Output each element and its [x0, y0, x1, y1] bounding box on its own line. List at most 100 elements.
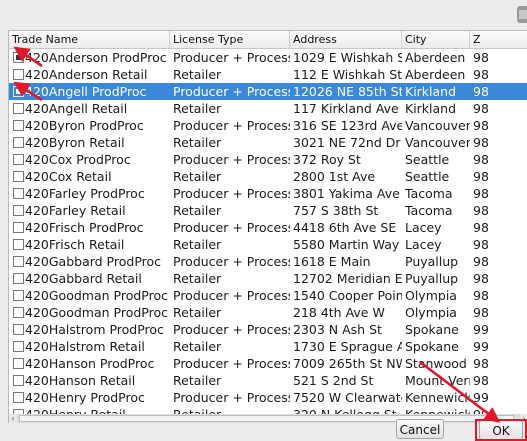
cell-license-type: Retailer	[173, 169, 222, 184]
trade-name-text: 420Byron ProdProc	[25, 118, 144, 133]
table-row[interactable]: 420Halstrom ProdProc Producer + Processor…	[9, 321, 527, 338]
row-checkbox[interactable]	[13, 341, 24, 352]
row-checkbox[interactable]	[13, 290, 24, 301]
trade-name-text: 420Henry ProdProc	[25, 390, 145, 405]
row-checkbox[interactable]	[13, 256, 24, 267]
cell-address: 2303 N Ash St	[293, 322, 382, 337]
cell-zip: 98	[473, 288, 489, 303]
table-row[interactable]: 420Anderson ProdProc Producer + Processor…	[9, 49, 527, 66]
cell-address: 5580 Martin Way E	[293, 237, 402, 252]
cell-license-type: Retailer	[173, 101, 222, 116]
trade-name-text: 420Frisch ProdProc	[25, 220, 144, 235]
cancel-button[interactable]: Cancel	[396, 419, 444, 439]
cell-license-type: Retailer	[173, 305, 222, 320]
row-checkbox[interactable]	[13, 188, 24, 199]
table-row[interactable]: 420Farley ProdProc Producer + Processor38…	[9, 185, 527, 202]
table-row[interactable]: 420Anderson Retail Retailer 112 E Wishkah …	[9, 66, 527, 83]
cell-trade-name: 420Farley Retail	[9, 202, 170, 219]
cell-city: Mount Vernon	[405, 373, 470, 388]
column-header-city[interactable]: City	[402, 31, 470, 48]
cell-city: Tacoma	[405, 186, 453, 201]
table-row[interactable]: 420Halstrom Retail Retailer 1730 E Sprague…	[9, 338, 527, 355]
cell-address: 1618 E Main	[293, 254, 371, 269]
table-row[interactable]: 420Hanson Retail Retailer 521 S 2nd St Moun…	[9, 372, 527, 389]
cell-license-type: Retailer	[173, 373, 222, 388]
cell-address: 112 E Wishkah St	[293, 67, 402, 82]
table-row[interactable]: 420Henry ProdProc Producer + Processor752…	[9, 389, 527, 406]
cell-zip: 98	[473, 169, 489, 184]
cell-trade-name: 420Angell ProdProc	[9, 83, 170, 100]
cell-trade-name: 420Hanson ProdProc	[9, 355, 170, 372]
trade-name-text: 420Cox Retail	[25, 169, 112, 184]
cell-trade-name: 420Goodman ProdProc	[9, 287, 170, 304]
row-checkbox[interactable]	[13, 137, 24, 148]
dialog-title-bar	[0, 0, 527, 30]
cell-city: Kirkland	[405, 101, 457, 116]
cell-license-type: Producer + Processor	[173, 152, 290, 167]
cell-city: Stanwood	[405, 356, 467, 371]
cell-license-type: Producer + Processor	[173, 186, 290, 201]
ok-button[interactable]: OK	[479, 420, 523, 440]
row-checkbox[interactable]	[13, 120, 24, 131]
cell-license-type: Retailer	[173, 271, 222, 286]
cell-zip: 98	[473, 67, 489, 82]
cell-address: 218 4th Ave W	[293, 305, 385, 320]
trade-name-text: 420Angell Retail	[25, 101, 128, 116]
row-checkbox[interactable]	[13, 239, 24, 250]
chevron-left-icon[interactable]: ‹	[9, 414, 17, 423]
trade-name-text: 420Cox ProdProc	[25, 152, 131, 167]
cell-zip: 98	[473, 50, 489, 65]
cell-address: 3021 NE 72nd Dr	[293, 135, 401, 150]
table-row[interactable]: 420Gabbard ProdProc Producer + Processor1…	[9, 253, 527, 270]
table-row[interactable]: 420Cox ProdProc Producer + Processor372 R…	[9, 151, 527, 168]
column-header-address[interactable]: Address	[290, 31, 402, 48]
row-checkbox[interactable]	[13, 86, 24, 97]
cell-zip: 98	[473, 84, 489, 99]
table-row[interactable]: 420Goodman ProdProc Producer + Processor1…	[9, 287, 527, 304]
cell-address: 372 Roy St	[293, 152, 361, 167]
row-checkbox[interactable]	[13, 375, 24, 386]
horizontal-scrollbar[interactable]: ‹ ›	[8, 414, 527, 423]
table-row[interactable]: 420Gabbard Retail Retailer 12702 Meridian …	[9, 270, 527, 287]
row-checkbox[interactable]	[13, 307, 24, 318]
table-row[interactable]: 420Angell ProdProc Producer + Processor12…	[9, 83, 527, 100]
table-row[interactable]: 420Goodman ProdProc Retailer 218 4th Ave W…	[9, 304, 527, 321]
cell-trade-name: 420Goodman ProdProc	[9, 304, 170, 321]
cell-trade-name: 420Frisch ProdProc	[9, 219, 170, 236]
table-row[interactable]: 420Farley Retail Retailer 757 S 38th St Tac…	[9, 202, 527, 219]
table-row[interactable]: 420Frisch ProdProc Producer + Processor44…	[9, 219, 527, 236]
row-checkbox[interactable]	[13, 69, 24, 80]
row-checkbox[interactable]	[13, 222, 24, 233]
cell-trade-name: 420Anderson Retail	[9, 66, 170, 83]
row-checkbox[interactable]	[13, 205, 24, 216]
cell-license-type: Producer + Processor	[173, 50, 290, 65]
column-header-trade-name[interactable]: Trade Name	[9, 31, 170, 48]
table-row[interactable]: 420Byron ProdProc Producer + Processor316…	[9, 117, 527, 134]
cell-zip: 98	[473, 101, 489, 116]
cell-zip: 99	[473, 322, 489, 337]
cell-license-type: Retailer	[173, 237, 222, 252]
cell-zip: 98	[473, 373, 489, 388]
cell-zip: 99	[473, 339, 489, 354]
row-checkbox[interactable]	[13, 52, 24, 63]
cell-city: Puyallup	[405, 271, 459, 286]
table-row[interactable]: 420Angell Retail Retailer 117 Kirkland Ave…	[9, 100, 527, 117]
cell-city: Kirkland	[405, 84, 457, 99]
row-checkbox[interactable]	[13, 103, 24, 114]
row-checkbox[interactable]	[13, 324, 24, 335]
table-row[interactable]: 420Cox Retail Retailer 2800 1st Ave Seattle…	[9, 168, 527, 185]
cell-city: Spokane	[405, 322, 459, 337]
column-header-zip[interactable]: Z	[470, 31, 527, 48]
table-row[interactable]: 420Frisch Retail Retailer 5580 Martin Way …	[9, 236, 527, 253]
cell-trade-name: 420Gabbard Retail	[9, 270, 170, 287]
cell-trade-name: 420Byron Retail	[9, 134, 170, 151]
row-checkbox[interactable]	[13, 273, 24, 284]
column-header-license-type[interactable]: License Type	[170, 31, 290, 48]
table-row[interactable]: 420Byron Retail Retailer 3021 NE 72nd Dr Va…	[9, 134, 527, 151]
row-checkbox[interactable]	[13, 154, 24, 165]
row-checkbox[interactable]	[13, 171, 24, 182]
close-icon[interactable]	[517, 6, 527, 23]
table-row[interactable]: 420Hanson ProdProc Producer + Processor70…	[9, 355, 527, 372]
row-checkbox[interactable]	[13, 392, 24, 403]
row-checkbox[interactable]	[13, 358, 24, 369]
